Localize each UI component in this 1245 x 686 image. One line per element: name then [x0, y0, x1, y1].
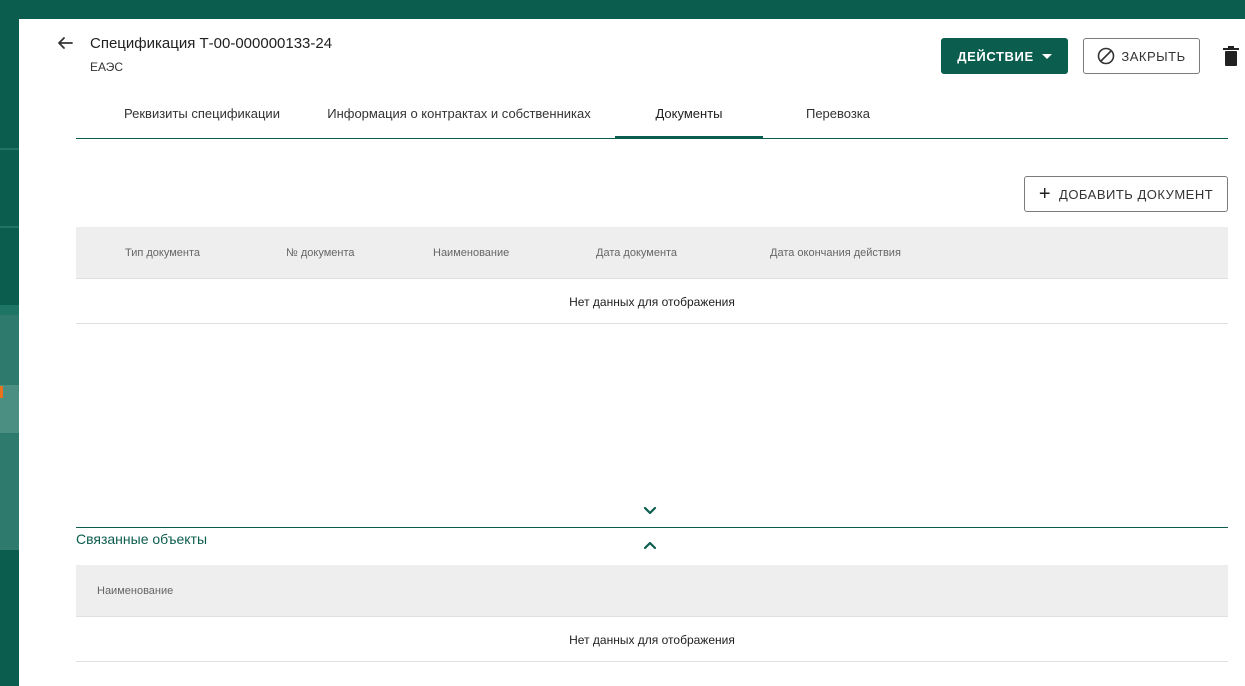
tab-bar: Реквизиты спецификации Информация о конт… — [76, 89, 1228, 139]
column-header-doc-type[interactable]: Тип документа — [125, 227, 200, 279]
tab-documents[interactable]: Документы — [615, 89, 763, 139]
rail-divider — [0, 305, 19, 315]
rail-divider — [0, 148, 19, 150]
column-header-doc-name[interactable]: Наименование — [433, 227, 509, 279]
tab-contracts-owners[interactable]: Информация о контрактах и собственниках — [316, 89, 602, 138]
close-button-label: ЗАКРЫТЬ — [1121, 48, 1186, 64]
column-header-name[interactable]: Наименование — [97, 565, 173, 617]
related-objects-title: Связанные объекты — [76, 531, 208, 547]
action-button[interactable]: ДЕЙСТВИЕ — [941, 38, 1068, 74]
plus-icon: + — [1038, 183, 1052, 205]
page-title: Спецификация Т-00-000000133-24 — [90, 35, 333, 52]
related-empty-row: Нет данных для отображения — [76, 618, 1228, 662]
close-button[interactable]: ЗАКРЫТЬ — [1083, 38, 1200, 74]
back-arrow-icon[interactable] — [55, 33, 75, 53]
rail-divider — [0, 226, 19, 228]
column-header-expiry-date[interactable]: Дата окончания действия — [770, 227, 901, 279]
page-subtitle: ЕАЭС — [90, 60, 124, 74]
chevron-down-icon[interactable] — [643, 506, 657, 516]
rail-indicator — [0, 386, 3, 398]
column-header-doc-date[interactable]: Дата документа — [596, 227, 677, 279]
app-top-bar — [0, 0, 1245, 19]
column-header-doc-number[interactable]: № документа — [286, 227, 355, 279]
caret-down-icon — [1041, 53, 1052, 59]
block-icon — [1098, 47, 1115, 65]
specification-page: Спецификация Т-00-000000133-24 ЕАЭС ДЕЙС… — [19, 19, 1245, 686]
add-document-button[interactable]: + ДОБАВИТЬ ДОКУМЕНТ — [1024, 176, 1228, 212]
tab-specification-details[interactable]: Реквизиты спецификации — [100, 89, 304, 138]
tab-transportation[interactable]: Перевозка — [776, 89, 900, 138]
documents-table-header: Тип документа № документа Наименование Д… — [76, 227, 1228, 279]
related-table-header: Наименование — [76, 565, 1228, 617]
add-document-label: ДОБАВИТЬ ДОКУМЕНТ — [1059, 186, 1214, 202]
documents-empty-row: Нет данных для отображения — [76, 280, 1228, 324]
section-divider — [76, 527, 1228, 528]
app-left-rail — [0, 0, 19, 686]
trash-icon[interactable] — [1222, 45, 1240, 67]
chevron-up-icon[interactable] — [643, 540, 657, 550]
action-button-label: ДЕЙСТВИЕ — [957, 48, 1034, 64]
